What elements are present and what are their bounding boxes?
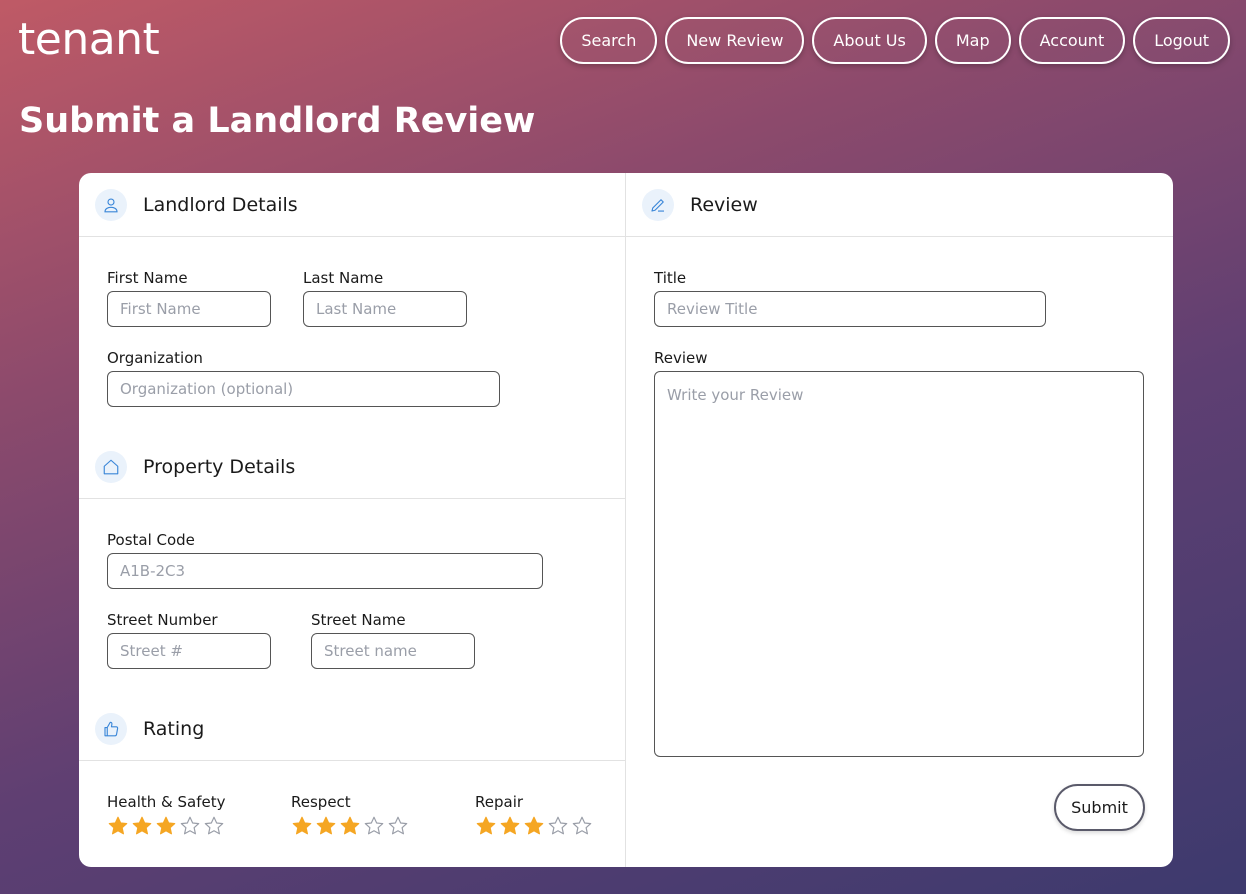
top-nav: Search New Review About Us Map Account L… [560,17,1230,64]
star-filled-icon[interactable] [131,815,153,837]
nav-search-button[interactable]: Search [560,17,658,64]
nav-about-us-button[interactable]: About Us [812,17,927,64]
property-details-section: Property Details [79,435,625,499]
star-rating [475,815,593,837]
nav-logout-button[interactable]: Logout [1133,17,1230,64]
street-name-input[interactable] [311,633,475,669]
user-icon [95,188,127,221]
star-empty-icon[interactable] [179,815,201,837]
review-form-card: Landlord Details First Name Last Name Or… [79,173,1173,867]
star-filled-icon[interactable] [499,815,521,837]
rating-label: Repair [475,793,524,811]
star-rating [291,815,409,837]
left-column: Landlord Details First Name Last Name Or… [79,173,626,867]
landlord-details-title: Landlord Details [143,193,298,216]
rating-health-safety: Health & Safety [107,793,225,837]
rating-label: Respect [291,793,351,811]
star-empty-icon[interactable] [387,815,409,837]
first-name-label: First Name [107,269,188,287]
postal-code-label: Postal Code [107,531,195,549]
star-filled-icon[interactable] [339,815,361,837]
street-name-label: Street Name [311,611,406,629]
star-filled-icon[interactable] [475,815,497,837]
star-filled-icon[interactable] [155,815,177,837]
submit-button[interactable]: Submit [1054,784,1145,831]
rating-header: Rating [79,697,625,761]
right-column: Review Title Review Submit [626,173,1173,867]
star-filled-icon[interactable] [523,815,545,837]
home-icon [95,450,127,483]
star-empty-icon[interactable] [203,815,225,837]
app-logo[interactable]: tenant [18,14,160,65]
review-title-input[interactable] [654,291,1046,327]
review-title: Review [690,193,758,216]
review-header: Review [626,173,1173,237]
star-empty-icon[interactable] [571,815,593,837]
organization-input[interactable] [107,371,500,407]
nav-map-button[interactable]: Map [934,17,1011,64]
review-body-label: Review [654,349,708,367]
last-name-input[interactable] [303,291,467,327]
thumbs-up-icon [95,712,127,745]
star-rating [107,815,225,837]
rating-repair: Repair [475,793,593,837]
star-empty-icon[interactable] [547,815,569,837]
landlord-details-header: Landlord Details [79,173,625,237]
pencil-icon [642,188,674,221]
street-number-label: Street Number [107,611,218,629]
nav-new-review-button[interactable]: New Review [665,17,805,64]
first-name-input[interactable] [107,291,271,327]
rating-label: Health & Safety [107,793,226,811]
review-body-textarea[interactable] [654,371,1144,757]
property-details-header: Property Details [79,435,625,499]
star-filled-icon[interactable] [291,815,313,837]
star-filled-icon[interactable] [107,815,129,837]
property-details-title: Property Details [143,455,296,478]
page-title: Submit a Landlord Review [19,101,536,141]
rating-title: Rating [143,717,205,740]
rating-respect: Respect [291,793,409,837]
star-empty-icon[interactable] [363,815,385,837]
street-number-input[interactable] [107,633,271,669]
review-title-label: Title [654,269,687,287]
star-filled-icon[interactable] [315,815,337,837]
rating-section: Rating [79,697,625,761]
nav-account-button[interactable]: Account [1018,17,1126,64]
organization-label: Organization [107,349,203,367]
landlord-details-section: Landlord Details [79,173,625,237]
last-name-label: Last Name [303,269,384,287]
postal-code-input[interactable] [107,553,543,589]
